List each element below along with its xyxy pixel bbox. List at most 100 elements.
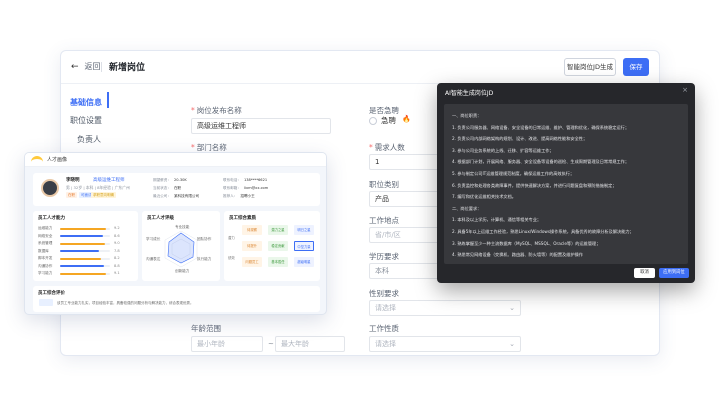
skill-row: 脚本开发 8.2 <box>38 256 126 261</box>
ai-jd-dialog: AI智能生成岗位JD × 一、岗位职责： 1. 负责公司服务器、网络设备、安全设备… <box>437 83 695 283</box>
quadrant-box: 明日之星 <box>294 225 314 235</box>
ai-jd-generate-button[interactable]: 智能岗位JD生成 <box>564 58 616 76</box>
job-name-input[interactable]: 高级运维工程师 <box>191 118 331 134</box>
quadrant-box: 潜力之星 <box>268 225 288 235</box>
quadrant-box: 稳定贡献 <box>268 241 288 251</box>
range-separator: ~ <box>268 340 274 348</box>
skill-track <box>60 272 110 275</box>
info-item: 期望薪资： 20-30K <box>153 178 187 182</box>
skill-name: 脚本开发 <box>38 256 53 260</box>
nav-item-position-settings[interactable]: 职位设置 <box>70 115 102 126</box>
jd-line: 4. 根据部门计划，开展网络、服务器、安全设备等设备的巡检、生成周期管理及日常常… <box>452 159 630 165</box>
close-icon[interactable]: × <box>682 86 688 94</box>
candidate-meta: 男 | 32岁 | 本科 | 8年经验 | 广东广州 <box>66 185 130 190</box>
cancel-button[interactable]: 取消 <box>634 268 655 278</box>
headcount-label: * 需求人数 <box>369 143 405 152</box>
jd-line: 6. 负责监控和处理各类故障事件，提供快速解决方案，并进行问题复盘和预防措施制定… <box>452 182 617 188</box>
job-name-label: * 岗位发布名称 <box>191 106 242 115</box>
back-button[interactable]: ← 返回 <box>71 61 101 72</box>
chevron-down-icon: ⌄ <box>509 304 515 312</box>
skill-value: 9.0 <box>114 241 120 245</box>
card-title: 员工综合评价 <box>38 291 65 296</box>
quality-card: 员工综合素质 潜力 绩效 待观察 潜力之星 明日之星 待提升 稳定贡献 中坚力量… <box>224 211 320 281</box>
skill-fill <box>60 242 105 245</box>
radar-label: 学习成长 <box>146 237 161 241</box>
quadrant-box: 待观察 <box>242 225 262 235</box>
apply-button[interactable]: 应用到岗位 <box>659 268 689 278</box>
jd-line: 2. 负责公司内部网络架构的规划、设计、改进、提高网络性能和安全性； <box>452 136 588 142</box>
nav-item-basic-info[interactable]: 基础信息 <box>70 97 102 108</box>
skill-fill <box>60 227 106 230</box>
urgent-option[interactable]: 急聘 <box>381 115 396 126</box>
tag: 求职意向明确 <box>91 192 116 198</box>
quadrant-box: 中坚力量 <box>294 241 314 251</box>
skill-value: 8.2 <box>114 256 120 260</box>
skill-value: 7.8 <box>114 248 120 253</box>
skill-value: 9.1 <box>114 271 120 275</box>
skill-row: 沟通协作 8.8 <box>38 264 126 269</box>
skill-value: 8.8 <box>114 263 120 268</box>
skill-fill <box>60 257 101 260</box>
tag: 在职 <box>66 192 77 198</box>
skill-name: 数据库 <box>38 248 49 253</box>
evaluation-text: 该员工专业能力扎实，项目经验丰富，具备较强的问题分析与解决能力，综合表现优秀。 <box>57 301 194 305</box>
info-item: 最近公司： 某科技有限公司 <box>153 194 200 198</box>
save-button[interactable]: 保存 <box>623 58 649 76</box>
profile-card: 李晓明 高级运维工程师 男 | 32岁 | 本科 | 8年经验 | 广东广州 在… <box>33 173 320 206</box>
skill-track <box>60 250 110 252</box>
skill-value: 9.2 <box>114 226 120 230</box>
age-max-input[interactable]: 最大年龄 <box>275 336 345 352</box>
age-label: 年龄范围 <box>191 324 221 333</box>
skill-fill <box>60 265 104 267</box>
location-label: 工作地点 <box>369 216 399 225</box>
fire-icon: 🔥 <box>402 115 411 123</box>
quadrant-box: 问题员工 <box>242 257 262 267</box>
back-label: 返回 <box>84 62 101 71</box>
skill-track <box>60 265 110 267</box>
jd-line: 7. 编写和优化运维相关技术文档。 <box>452 194 516 200</box>
skill-row: 网络安全 8.6 <box>38 234 126 239</box>
skill-track <box>60 242 110 245</box>
skill-fill <box>60 250 99 252</box>
jd-line: 2. 具备5年以上运维工作经验，熟悉Linux/Windows操作系统，具备优秀… <box>452 229 634 234</box>
radar-label: 团队协作 <box>197 237 212 241</box>
evaluation-badge <box>39 299 53 306</box>
info-item: 联系电话： 138****6621 <box>223 178 268 182</box>
radar-label: 创新能力 <box>175 269 190 273</box>
avatar <box>41 179 59 197</box>
chevron-down-icon: ⌄ <box>509 340 515 348</box>
jd-line: 二、岗位要求： <box>452 205 482 211</box>
dialog-title: AI智能生成岗位JD <box>445 90 494 97</box>
card-title: 员工综合素质 <box>229 216 256 221</box>
skill-name: 网络安全 <box>38 233 53 238</box>
nav-active-indicator <box>107 92 109 108</box>
jd-line: 1. 本科及以上学历，计算机、通信等相关专业； <box>452 217 542 223</box>
skills-card: 员工人才能力 运维能力 9.2 网络安全 8.6 系统管理 9.0 数据库 7.8 脚本开发 8.… <box>33 211 138 281</box>
quadrant-box: 超级明星 <box>294 257 314 267</box>
panel-topbar: 人才画像 <box>25 153 326 167</box>
jd-line: 3. 参与公司业务系统的上线、迁移、扩容等运维工作； <box>452 147 554 153</box>
age-min-input[interactable]: 最小年龄 <box>191 336 263 352</box>
skill-name: 学习能力 <box>38 271 53 275</box>
skill-row: 学习能力 9.1 <box>38 271 126 276</box>
urgent-checkbox[interactable] <box>369 117 377 125</box>
nature-select[interactable]: 请选择 ⌄ <box>369 336 521 352</box>
skill-name: 运维能力 <box>38 226 53 230</box>
quadrant-box: 待提升 <box>242 241 262 251</box>
gender-label: 性别要求 <box>369 289 399 298</box>
radar-label: 专业技能 <box>175 225 190 229</box>
gender-select[interactable]: 请选择 ⌄ <box>369 300 521 316</box>
skill-name: 系统管理 <box>38 241 53 245</box>
radar-label: 执行能力 <box>197 257 212 261</box>
skill-track <box>60 235 110 237</box>
nature-label: 工作性质 <box>369 324 399 333</box>
card-title: 员工人才能力 <box>38 216 65 221</box>
skill-track <box>60 257 110 260</box>
info-item: 当前状态： 在职 <box>153 186 182 190</box>
candidate-role[interactable]: 高级运维工程师 <box>93 177 125 183</box>
nav-item-owner[interactable]: 负责人 <box>77 134 101 145</box>
skill-fill <box>60 235 103 237</box>
axis-label: 潜力 <box>228 236 235 240</box>
panel-title: 人才画像 <box>47 157 68 163</box>
quadrant-box: 基本胜任 <box>268 257 288 267</box>
